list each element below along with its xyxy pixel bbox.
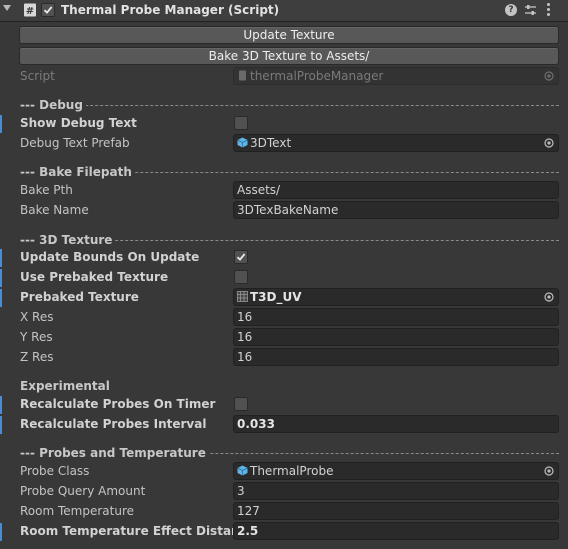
bake-name-label: Bake Name xyxy=(20,203,89,217)
recalc-timer-label: Recalculate Probes On Timer xyxy=(20,397,216,411)
update-bounds-label: Update Bounds On Update xyxy=(20,250,200,264)
texture3d-section-title: --- 3D Texture xyxy=(20,233,116,247)
object-picker-icon[interactable] xyxy=(544,466,554,476)
prefab-icon xyxy=(237,137,248,148)
script-file-icon xyxy=(239,70,246,81)
prebaked-texture-field[interactable]: T3D_UV xyxy=(233,288,559,306)
show-debug-text-checkbox[interactable] xyxy=(234,116,248,130)
object-picker-icon[interactable] xyxy=(544,292,554,302)
override-marker xyxy=(0,289,2,307)
update-bounds-checkbox[interactable] xyxy=(234,250,248,264)
component-header: # Thermal Probe Manager (Script) ? xyxy=(0,0,568,22)
recalc-interval-label: Recalculate Probes Interval xyxy=(20,417,207,431)
override-marker xyxy=(0,416,2,434)
probes-section-title: --- Probes and Temperature xyxy=(20,446,209,460)
foldout-arrow-icon[interactable] xyxy=(3,5,11,11)
query-amount-input[interactable]: 3 xyxy=(233,482,559,500)
y-res-input[interactable]: 16 xyxy=(233,328,559,346)
bake-name-input[interactable]: 3DTexBakeName xyxy=(233,201,559,219)
section-divider xyxy=(20,105,559,106)
debug-text-prefab-label: Debug Text Prefab xyxy=(20,136,130,150)
recalc-timer-checkbox[interactable] xyxy=(234,397,248,411)
texture3d-icon xyxy=(237,291,248,302)
presets-icon[interactable] xyxy=(524,4,537,17)
component-enabled-checkbox[interactable] xyxy=(41,3,55,17)
bake-pth-label: Bake Pth xyxy=(20,183,73,197)
texture3d-section-header: --- 3D Texture xyxy=(20,233,559,247)
effect-distance-input[interactable]: 2.5 xyxy=(233,522,559,540)
use-prebaked-checkbox[interactable] xyxy=(234,270,248,284)
component-title: Thermal Probe Manager (Script) xyxy=(61,3,280,17)
override-marker xyxy=(0,269,2,287)
override-marker xyxy=(0,523,2,541)
z-res-label: Z Res xyxy=(20,350,54,364)
bake-filepath-section-title: --- Bake Filepath xyxy=(20,165,135,179)
script-label: Script xyxy=(20,69,55,83)
prebaked-texture-value: T3D_UV xyxy=(250,290,302,304)
use-prebaked-label: Use Prebaked Texture xyxy=(20,270,169,284)
x-res-label: X Res xyxy=(20,310,54,324)
effect-distance-label: Room Temperature Effect Distance xyxy=(20,524,255,538)
update-texture-button[interactable]: Update Texture xyxy=(19,26,559,44)
override-marker xyxy=(0,115,2,133)
bake-filepath-section-header: --- Bake Filepath xyxy=(20,165,559,179)
debug-section-header: --- Debug xyxy=(20,98,559,112)
object-picker-icon[interactable] xyxy=(544,71,554,81)
override-marker xyxy=(0,249,2,267)
probe-class-label: Probe Class xyxy=(20,464,90,478)
experimental-title: Experimental xyxy=(20,379,110,393)
debug-text-prefab-field[interactable]: 3DText xyxy=(233,134,559,152)
show-debug-text-label: Show Debug Text xyxy=(20,116,137,130)
recalc-interval-input[interactable]: 0.033 xyxy=(233,415,559,433)
debug-section-title: --- Debug xyxy=(20,98,86,112)
kebab-menu-icon[interactable] xyxy=(547,3,551,17)
override-marker xyxy=(0,396,2,414)
debug-text-prefab-value: 3DText xyxy=(250,136,292,150)
svg-text:#: # xyxy=(26,6,34,17)
probe-class-field[interactable]: ThermalProbe xyxy=(233,462,559,480)
help-icon[interactable]: ? xyxy=(505,4,517,16)
y-res-label: Y Res xyxy=(20,330,53,344)
room-temp-input[interactable]: 127 xyxy=(233,502,559,520)
probes-section-header: --- Probes and Temperature xyxy=(20,446,559,460)
x-res-input[interactable]: 16 xyxy=(233,308,559,326)
script-field: thermalProbeManager xyxy=(233,67,559,85)
z-res-input[interactable]: 16 xyxy=(233,348,559,366)
script-value: thermalProbeManager xyxy=(250,69,384,83)
bake-pth-input[interactable]: Assets/ xyxy=(233,181,559,199)
query-amount-label: Probe Query Amount xyxy=(20,484,146,498)
room-temp-label: Room Temperature xyxy=(20,504,134,518)
bake-texture-button[interactable]: Bake 3D Texture to Assets/ xyxy=(19,47,559,65)
prefab-icon xyxy=(237,465,248,476)
object-picker-icon[interactable] xyxy=(544,138,554,148)
prebaked-texture-label: Prebaked Texture xyxy=(20,290,139,304)
csharp-script-icon: # xyxy=(24,3,36,17)
probe-class-value: ThermalProbe xyxy=(250,464,334,478)
